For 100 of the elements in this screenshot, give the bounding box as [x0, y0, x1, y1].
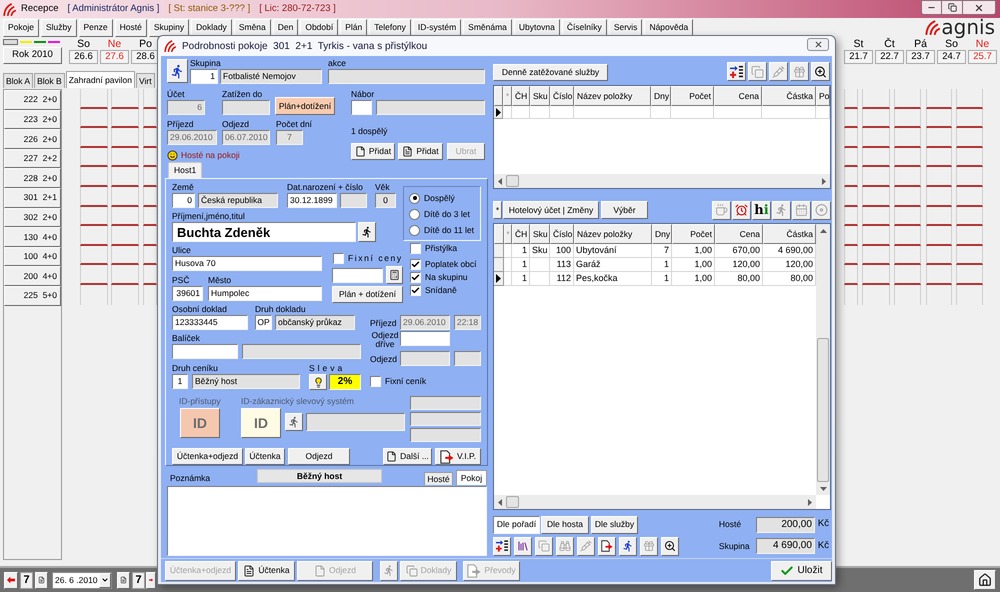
- calendar-cell[interactable]: [844, 246, 858, 266]
- dropdown-button[interactable]: [99, 572, 111, 588]
- receipt-departure-button[interactable]: Účtenka+odjezd: [172, 448, 243, 465]
- calendar-cell[interactable]: [111, 108, 139, 128]
- menu-item[interactable]: Období: [300, 18, 338, 36]
- vip-button[interactable]: V.I.P.: [435, 448, 481, 465]
- calendar-cell[interactable]: [956, 186, 983, 207]
- sort-button[interactable]: Dle služby: [591, 516, 638, 534]
- text-field[interactable]: [340, 193, 367, 208]
- text-field[interactable]: [222, 100, 270, 115]
- scroll-thumb[interactable]: [817, 338, 829, 482]
- calendar-cell[interactable]: [862, 226, 890, 246]
- calendar-cell[interactable]: [111, 265, 139, 285]
- checkbox[interactable]: [410, 285, 421, 296]
- calendar-cell[interactable]: [143, 148, 157, 168]
- checkbox[interactable]: [370, 376, 381, 387]
- calendar-cell[interactable]: [80, 167, 108, 187]
- calendar-cell[interactable]: [111, 246, 139, 266]
- plan-button[interactable]: Plán + dotížení: [332, 286, 403, 303]
- plan-button[interactable]: Plán+dotížení: [275, 97, 335, 115]
- menu-item[interactable]: Služby: [41, 18, 77, 36]
- menu-item[interactable]: Ubytovna: [514, 18, 560, 36]
- menu-item[interactable]: Doklady: [191, 18, 232, 36]
- next-button[interactable]: [146, 572, 156, 588]
- calendar-cell[interactable]: [862, 167, 890, 187]
- calendar-cell[interactable]: [862, 148, 890, 168]
- text-field[interactable]: [410, 412, 481, 426]
- calendar-cell[interactable]: [844, 148, 858, 168]
- room-button[interactable]: 223 2+0: [4, 110, 61, 130]
- text-field[interactable]: 39601: [172, 286, 203, 301]
- bulb-button[interactable]: [309, 374, 327, 390]
- room-button[interactable]: 226 2+0: [4, 129, 61, 149]
- calendar-cell[interactable]: [143, 128, 157, 148]
- calendar-cell[interactable]: [926, 128, 952, 148]
- calendar-cell[interactable]: [143, 265, 157, 285]
- calendar-cell[interactable]: [894, 148, 921, 168]
- minimize-button[interactable]: [921, 0, 942, 15]
- radio-button[interactable]: [409, 224, 420, 236]
- calendar-cell[interactable]: [844, 186, 858, 207]
- text-field[interactable]: [242, 344, 361, 359]
- home-button[interactable]: [974, 570, 996, 590]
- checkbox[interactable]: [410, 243, 421, 254]
- menu-item[interactable]: Plán: [340, 18, 368, 36]
- calendar-cell[interactable]: [844, 108, 858, 128]
- calendar-cell[interactable]: [926, 89, 952, 109]
- calendar-cell[interactable]: [862, 265, 890, 285]
- calendar-cell[interactable]: [956, 167, 983, 187]
- text-field[interactable]: [454, 351, 481, 366]
- calendar-cell[interactable]: [956, 128, 983, 148]
- calendar-cell[interactable]: [894, 226, 921, 246]
- toolbar-button[interactable]: hi: [752, 200, 771, 220]
- text-field[interactable]: 0: [172, 193, 195, 208]
- calendar-cell[interactable]: [844, 89, 858, 109]
- calendar-cell[interactable]: [862, 206, 890, 226]
- calendar-cell[interactable]: [926, 246, 952, 266]
- calendar-cell[interactable]: [956, 148, 983, 168]
- calendar-cell[interactable]: [956, 89, 983, 109]
- calendar-cell[interactable]: [80, 246, 108, 266]
- calendar-cell[interactable]: [844, 284, 858, 305]
- room-button[interactable]: 130 4+0: [4, 227, 61, 247]
- menu-item[interactable]: Penze: [78, 18, 113, 36]
- calendar-cell[interactable]: [956, 108, 983, 128]
- calendar-cell[interactable]: [844, 167, 858, 187]
- calendar-cell[interactable]: [926, 284, 952, 305]
- calendar-cell[interactable]: [926, 186, 952, 207]
- calendar-cell[interactable]: [143, 246, 157, 266]
- menu-item[interactable]: Hosté: [114, 18, 147, 36]
- toolbar-button[interactable]: [811, 62, 830, 81]
- horizontal-scrollbar[interactable]: [494, 174, 830, 188]
- calendar-cell[interactable]: [894, 265, 921, 285]
- note-tab[interactable]: Pokoj: [456, 470, 487, 485]
- calendar-cell[interactable]: [894, 284, 921, 305]
- text-field[interactable]: 1: [172, 374, 188, 389]
- receipt-button[interactable]: Účtenka: [245, 448, 285, 465]
- discount-field[interactable]: 2%: [329, 374, 361, 390]
- text-field[interactable]: [306, 413, 405, 431]
- date-field[interactable]: 26. 6 .2010: [52, 572, 112, 588]
- previous-button[interactable]: [4, 572, 18, 588]
- calendar-cell[interactable]: [926, 167, 952, 187]
- menu-item[interactable]: ID-systém: [412, 18, 462, 36]
- day-step-field[interactable]: 7: [132, 572, 145, 588]
- calendar-cell[interactable]: [80, 265, 108, 285]
- note-tab[interactable]: Hosté: [424, 472, 453, 485]
- calendar-cell[interactable]: [956, 284, 983, 305]
- calendar-cell[interactable]: [862, 284, 890, 305]
- room-button[interactable]: 227 2+2: [4, 148, 61, 168]
- calendar-cell[interactable]: [143, 206, 157, 226]
- close-button[interactable]: [963, 0, 996, 15]
- vertical-scrollbar[interactable]: [816, 224, 830, 495]
- scroll-left-icon[interactable]: [498, 498, 502, 506]
- room-button[interactable]: 200 4+0: [4, 266, 61, 286]
- calendar-cell[interactable]: [956, 265, 983, 285]
- total-field[interactable]: 4 690,00: [756, 538, 815, 554]
- calendar-cell[interactable]: [894, 128, 921, 148]
- calendar-cell[interactable]: [80, 226, 108, 246]
- calendar-cell[interactable]: [80, 128, 108, 148]
- menu-item[interactable]: Směna: [234, 18, 271, 36]
- radio-button[interactable]: [409, 208, 420, 220]
- text-field[interactable]: [400, 331, 450, 346]
- calendar-cell[interactable]: [80, 108, 108, 128]
